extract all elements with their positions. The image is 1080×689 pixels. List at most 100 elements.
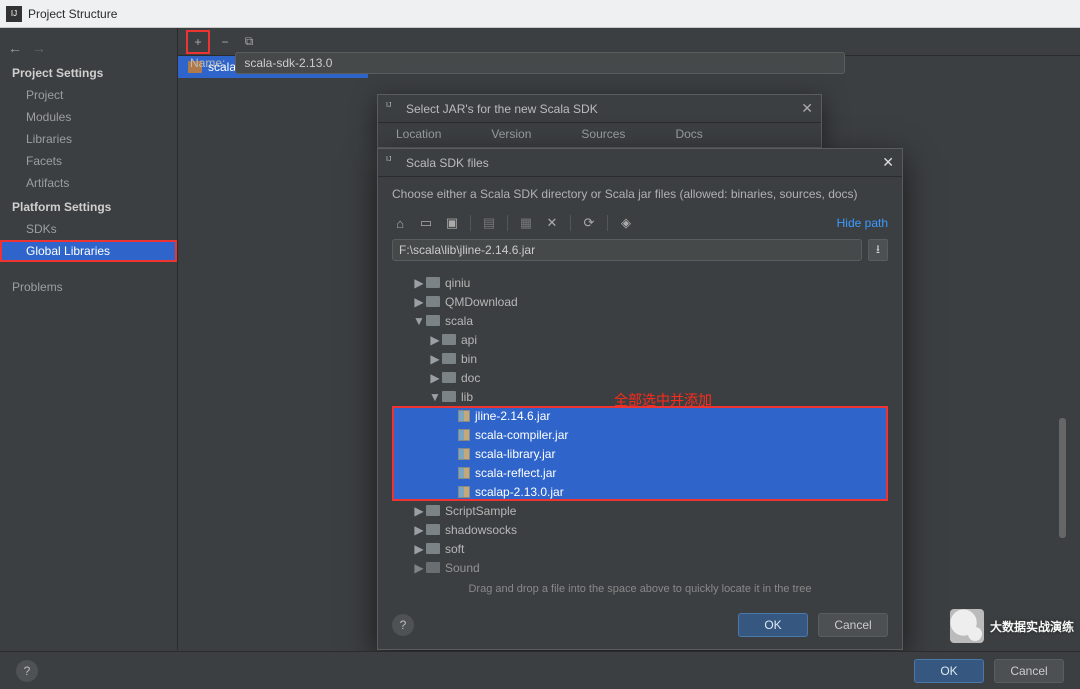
tree-folder[interactable]: ▶shadowsocks (392, 520, 888, 539)
folder-icon (442, 391, 456, 402)
back-icon[interactable]: ← (8, 40, 22, 56)
tree-folder[interactable]: ▶qiniu (392, 273, 888, 292)
tree-file[interactable]: scala-reflect.jar (392, 463, 888, 482)
ok-button[interactable]: OK (914, 659, 984, 683)
jar-icon (458, 429, 470, 441)
jar-icon (458, 467, 470, 479)
file-tree: ▶qiniu ▶QMDownload ▼scala ▶api ▶bin ▶doc… (378, 269, 902, 581)
dialog2-message: Choose either a Scala SDK directory or S… (378, 177, 902, 211)
selected-files: jline-2.14.6.jar scala-compiler.jar scal… (392, 406, 888, 501)
app-icon: IJ (386, 102, 400, 116)
details-pane: Name: (190, 46, 1068, 80)
folder-icon (442, 353, 456, 364)
help-button[interactable]: ? (16, 660, 38, 682)
scrollbar-thumb[interactable] (1059, 418, 1066, 538)
folder-icon (426, 543, 440, 554)
new-folder-icon: ▤ (481, 215, 497, 231)
help-button[interactable]: ? (392, 614, 414, 636)
drag-hint: Drag and drop a file into the space abov… (378, 581, 902, 605)
sidebar-item-sdks[interactable]: SDKs (0, 218, 177, 240)
tree-folder[interactable]: ▶doc (392, 368, 888, 387)
folder-icon (442, 372, 456, 383)
sidebar-item-problems[interactable]: Problems (0, 276, 177, 298)
dialog2-toolbar: ⌂ ▭ ▣ ▤ ▦ ✕ ⟳ ◈ Hide path (378, 211, 902, 235)
dialog1-tabs: Location Version Sources Docs (378, 123, 821, 147)
dialog1-title: Select JAR's for the new Scala SDK (406, 102, 598, 116)
name-label: Name: (190, 56, 225, 70)
watermark: 大数据实战演练 (950, 609, 1074, 643)
tree-folder[interactable]: ▶QMDownload (392, 292, 888, 311)
folder-icon (426, 562, 440, 573)
dialog2-bottom: ? OK Cancel (378, 605, 902, 649)
main-bottom-bar: ? OK Cancel (0, 651, 1080, 689)
tree-folder[interactable]: ▶ScriptSample (392, 501, 888, 520)
sidebar-item-libraries[interactable]: Libraries (0, 128, 177, 150)
sidebar: ← → Project Settings Project Modules Lib… (0, 28, 178, 650)
name-row: Name: (190, 46, 1068, 80)
separator (470, 215, 471, 231)
dialog1-titlebar: IJ Select JAR's for the new Scala SDK ✕ (378, 95, 821, 123)
platform-settings-header: Platform Settings (0, 194, 177, 218)
path-row: ⭳ (378, 235, 902, 269)
separator (507, 215, 508, 231)
desktop-icon[interactable]: ▭ (418, 215, 434, 231)
ok-button[interactable]: OK (738, 613, 808, 637)
folder-icon (426, 505, 440, 516)
tree-folder[interactable]: ▶soft (392, 539, 888, 558)
close-icon[interactable]: ✕ (882, 154, 894, 171)
nav-row: ← → (0, 36, 177, 60)
show-hidden-icon[interactable]: ◈ (618, 215, 634, 231)
tree-file[interactable]: scala-compiler.jar (392, 425, 888, 444)
refresh-icon[interactable]: ⟳ (581, 215, 597, 231)
sidebar-item-modules[interactable]: Modules (0, 106, 177, 128)
tree-folder[interactable]: ▶api (392, 330, 888, 349)
project-icon[interactable]: ▣ (444, 215, 460, 231)
separator (570, 215, 571, 231)
sidebar-item-project[interactable]: Project (0, 84, 177, 106)
tab-docs[interactable]: Docs (675, 127, 702, 147)
cancel-button[interactable]: Cancel (994, 659, 1064, 683)
tab-location[interactable]: Location (396, 127, 441, 147)
hide-path-link[interactable]: Hide path (837, 216, 888, 230)
jar-icon (458, 410, 470, 422)
sidebar-item-artifacts[interactable]: Artifacts (0, 172, 177, 194)
annotation-text: 全部选中并添加 (614, 390, 712, 410)
home-icon[interactable]: ⌂ (392, 215, 408, 231)
folder-icon (426, 296, 440, 307)
app-icon: IJ (386, 156, 400, 170)
jar-icon (458, 448, 470, 460)
app-icon: IJ (6, 6, 22, 22)
forward-icon: → (32, 40, 46, 56)
tree-folder[interactable]: ▶bin (392, 349, 888, 368)
tree-file[interactable]: scala-library.jar (392, 444, 888, 463)
module-icon: ▦ (518, 215, 534, 231)
watermark-text: 大数据实战演练 (990, 618, 1074, 635)
tab-version[interactable]: Version (491, 127, 531, 147)
window-title: Project Structure (28, 7, 117, 21)
path-field[interactable] (392, 239, 862, 261)
bottom-buttons: OK Cancel (914, 659, 1064, 683)
jar-icon (458, 486, 470, 498)
history-dropdown-icon[interactable]: ⭳ (868, 239, 888, 261)
close-icon[interactable]: ✕ (801, 100, 813, 117)
dialog2-title: Scala SDK files (406, 156, 489, 170)
folder-icon (426, 277, 440, 288)
folder-icon (426, 315, 440, 326)
tab-sources[interactable]: Sources (581, 127, 625, 147)
cancel-button[interactable]: Cancel (818, 613, 888, 637)
tree-folder-scala[interactable]: ▼scala (392, 311, 888, 330)
sidebar-item-facets[interactable]: Facets (0, 150, 177, 172)
window-titlebar: IJ Project Structure (0, 0, 1080, 28)
wechat-icon (950, 609, 984, 643)
separator (607, 215, 608, 231)
tree-folder[interactable]: ▶Sound (392, 558, 888, 577)
dialog2-titlebar: IJ Scala SDK files ✕ (378, 149, 902, 177)
sidebar-item-global-libraries[interactable]: Global Libraries (0, 240, 177, 262)
folder-icon (442, 334, 456, 345)
delete-icon[interactable]: ✕ (544, 215, 560, 231)
name-field[interactable] (235, 52, 845, 74)
tree-file[interactable]: scalap-2.13.0.jar (392, 482, 888, 501)
select-jars-dialog: IJ Select JAR's for the new Scala SDK ✕ … (377, 94, 822, 148)
project-settings-header: Project Settings (0, 60, 177, 84)
folder-icon (426, 524, 440, 535)
